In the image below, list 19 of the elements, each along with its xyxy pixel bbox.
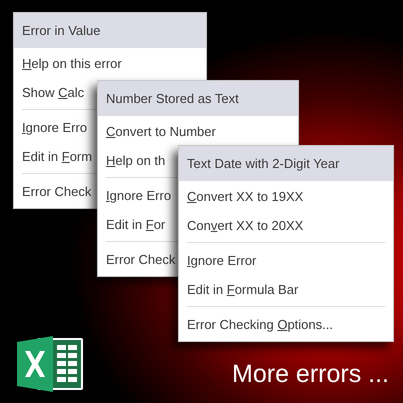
menu-item[interactable]: Edit in Form bbox=[14, 142, 100, 171]
menu-item[interactable]: Edit in Formula Bar bbox=[179, 275, 306, 304]
menu-item[interactable]: Convert XX to 20XX bbox=[179, 211, 312, 240]
menu-item[interactable]: Help on th bbox=[98, 146, 174, 175]
caption-text: More errors ... bbox=[232, 360, 389, 389]
menu-item[interactable]: Show Calc bbox=[14, 78, 92, 107]
menu-item[interactable]: Ignore Error bbox=[179, 246, 264, 275]
menu-header: Number Stored as Text bbox=[98, 81, 298, 116]
spreadsheet-logo-icon bbox=[15, 336, 85, 392]
menu-header: Error in Value bbox=[14, 13, 206, 48]
menu-header: Text Date with 2-Digit Year bbox=[179, 146, 393, 181]
menu-item[interactable]: Error Checking Options... bbox=[179, 310, 341, 339]
menu-item[interactable]: Edit in For bbox=[98, 210, 174, 239]
menu-item[interactable]: Ignore Erro bbox=[98, 181, 180, 210]
menu-item[interactable]: Convert to Number bbox=[98, 117, 224, 146]
menu-item[interactable]: Convert XX to 19XX bbox=[179, 182, 312, 211]
menu-item[interactable]: Error Check bbox=[14, 177, 100, 206]
menu-item[interactable]: Ignore Erro bbox=[14, 113, 96, 142]
menu-item[interactable]: Help on this error bbox=[14, 49, 130, 78]
